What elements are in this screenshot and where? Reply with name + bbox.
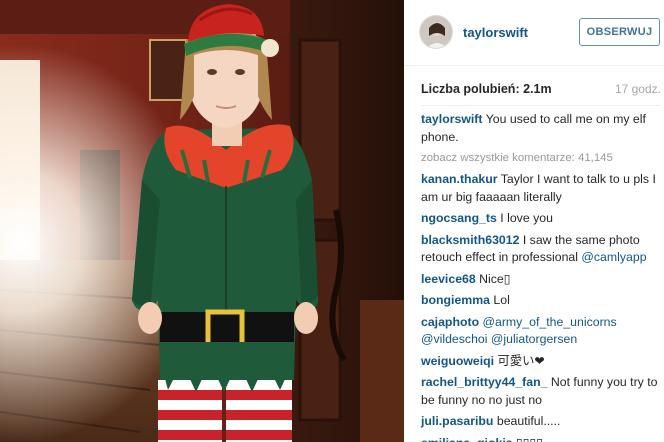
comment-item: weiguoweiqi 可愛い❤ [421,353,661,371]
header-username-link[interactable]: taylorswift [463,25,528,40]
post-details-panel: taylorswift OBSERWUJ Liczba polubień: 2.… [404,0,664,442]
divider [421,105,661,106]
comment-username[interactable]: kanan.thakur [421,172,498,186]
comment-item: emiliana_gjokja ▯▯▯▯ [421,435,661,442]
view-all-comments-link[interactable]: zobacz wszystkie komentarze: 41,145 [421,150,661,167]
comment-item: rachel_brittyy44_fan_ Not funny you try … [421,374,661,409]
comment-item: leevice68 Nice▯ [421,271,661,289]
comment-username[interactable]: taylorswift [421,112,483,126]
post-photo[interactable] [0,0,404,442]
comment-username[interactable]: juli.pasaribu [421,414,493,428]
comment-text: 可愛い❤ [494,353,545,368]
comment-item: juli.pasaribu beautiful..... [421,413,661,431]
comment-text: Lol [490,293,510,307]
comment-text: I love you [496,211,553,225]
post-stats: Liczba polubień: 2.1m 17 godz. [421,82,661,98]
comment-text: ▯▯▯▯ [513,436,543,442]
comment-item: cajaphoto @army_of_the_unicorns @vildesc… [421,314,661,349]
comments-list: taylorswift You used to call me on my el… [421,111,661,442]
post-timestamp[interactable]: 17 godz. [615,82,661,96]
avatar[interactable] [419,15,453,49]
comment-text: Nice▯ [475,271,511,286]
comment-username[interactable]: cajaphoto [421,315,479,329]
comment-item: blacksmith63012 I saw the same photo ret… [421,232,661,267]
likes-count[interactable]: Liczba polubień: 2.1m [421,82,552,96]
post-header: taylorswift OBSERWUJ [404,0,664,66]
comment-username[interactable]: blacksmith63012 [421,233,519,247]
comment-username[interactable]: bongiemma [421,293,490,307]
avatar-image [420,16,452,48]
comment-username[interactable]: leevice68 [421,272,476,286]
comment-item: kanan.thakur Taylor I want to talk to u … [421,171,661,206]
comment-text: beautiful..... [493,414,561,428]
follow-button[interactable]: OBSERWUJ [579,18,660,46]
comment-username[interactable]: emiliana_gjokja [421,436,513,442]
comment-username[interactable]: ngocsang_ts [421,211,497,225]
caption: taylorswift You used to call me on my el… [421,111,661,146]
comment-mention[interactable]: @camlyapp [581,250,646,264]
comment-username[interactable]: rachel_brittyy44_fan_ [421,375,547,389]
comment-username[interactable]: weiguoweiqi [421,354,494,368]
comment-item: bongiemma Lol [421,292,661,310]
photo-illustration [0,0,404,442]
comment-item: ngocsang_ts I love you [421,210,661,228]
